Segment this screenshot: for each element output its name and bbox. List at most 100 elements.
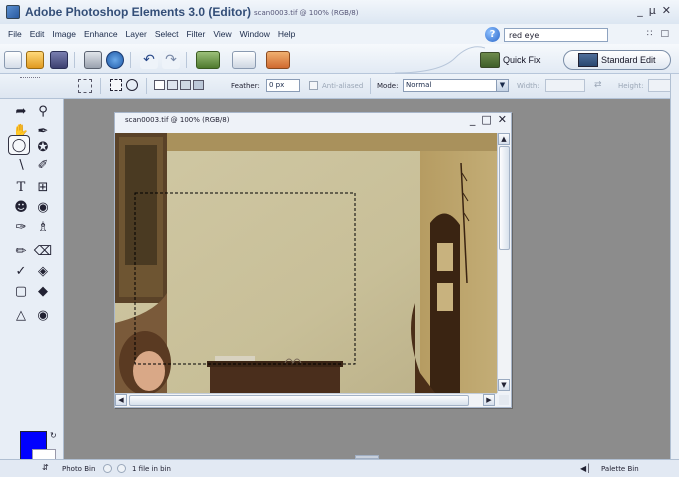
document-window: scan0003.tif @ 100% (RGB/8) _ □ ✕ ▲ ▼ ◀ … xyxy=(114,112,512,408)
menu-image[interactable]: Image xyxy=(48,29,80,39)
scroll-down-icon[interactable]: ▼ xyxy=(498,379,510,391)
print-icon[interactable] xyxy=(84,51,102,69)
palette-bin-collapsed[interactable] xyxy=(670,74,679,459)
custom-shape-tool-icon[interactable]: ◆ xyxy=(32,281,54,301)
eraser-tool-icon[interactable]: ⌫ xyxy=(32,241,54,261)
zoom-tool-icon[interactable]: ⚲ xyxy=(32,101,54,121)
expand-bin-icon[interactable]: ⇵ xyxy=(42,463,49,472)
quick-fix-icon xyxy=(480,52,500,68)
rect-marquee-icon[interactable] xyxy=(110,79,122,91)
create-icon[interactable] xyxy=(266,51,290,69)
red-eye-tool-icon[interactable]: ◉ xyxy=(32,197,54,217)
scroll-left-icon[interactable]: ◀ xyxy=(115,394,127,406)
toolbar-divider xyxy=(74,52,75,68)
add-selection-icon[interactable] xyxy=(167,80,178,90)
photo-browser-icon[interactable] xyxy=(196,51,220,69)
image-canvas[interactable] xyxy=(115,133,497,393)
title-bar: Adobe Photoshop Elements 3.0 (Editor) sc… xyxy=(0,0,679,24)
date-view-icon[interactable] xyxy=(232,51,256,69)
scroll-right-icon[interactable]: ▶ xyxy=(483,394,495,406)
toolbox: ➦ ⚲ ✋ ✒ ◯ ✪ ∖ ✐ T ⊞ ☻ ◉ ✑ ♗ ✏ ⌫ ✓ ◈ ▢ ◆ … xyxy=(0,77,64,469)
quick-fix-label: Quick Fix xyxy=(503,55,541,65)
collapse-palette-icon[interactable]: ◀│ xyxy=(580,464,591,473)
doc-minimize-icon[interactable]: _ xyxy=(470,113,476,126)
magic-wand-tool-icon[interactable]: ∖ xyxy=(10,155,32,175)
gradient-tool-icon[interactable]: ▢ xyxy=(10,281,32,301)
shortcuts-curve-decoration xyxy=(395,46,485,74)
palette-grid-icon[interactable]: ∷ xyxy=(647,29,653,39)
scroll-up-icon[interactable]: ▲ xyxy=(498,133,510,145)
toolbar-divider xyxy=(130,52,131,68)
minimize-icon[interactable]: _ xyxy=(637,4,643,17)
palette-bin-label[interactable]: Palette Bin xyxy=(601,465,639,473)
lasso-tool-icon[interactable]: ✪ xyxy=(32,137,54,157)
files-in-bin-label: 1 file in bin xyxy=(132,465,171,473)
standard-edit-button[interactable]: Standard Edit xyxy=(563,50,671,70)
help-icon[interactable]: ? xyxy=(485,27,500,42)
type-tool-icon[interactable]: T xyxy=(10,177,32,197)
doc-maximize-icon[interactable]: □ xyxy=(481,113,491,126)
app-title: Adobe Photoshop Elements 3.0 (Editor) xyxy=(25,5,252,19)
width-input[interactable] xyxy=(545,79,585,92)
sponge-tool-icon[interactable]: ◉ xyxy=(32,305,54,325)
antialias-checkbox[interactable] xyxy=(309,81,318,90)
selection-brush-tool-icon[interactable]: ✐ xyxy=(32,155,54,175)
horizontal-scroll-thumb[interactable] xyxy=(129,395,469,406)
feather-input[interactable]: 0 px xyxy=(266,79,300,92)
menu-right-controls: ∷ □ xyxy=(647,29,669,39)
document-window-controls: _ □ ✕ xyxy=(470,113,507,126)
open-folder-icon[interactable] xyxy=(26,51,44,69)
vertical-scrollbar[interactable]: ▲ ▼ xyxy=(497,133,511,393)
menu-filter[interactable]: Filter xyxy=(182,29,209,39)
close-icon[interactable]: ✕ xyxy=(662,4,671,17)
email-share-icon[interactable] xyxy=(106,51,124,69)
undo-icon[interactable]: ↶ xyxy=(140,51,158,69)
swap-dimensions-icon[interactable]: ⇄ xyxy=(594,80,602,90)
chevron-down-icon[interactable]: ▼ xyxy=(496,80,508,91)
new-selection-icon[interactable] xyxy=(154,80,165,90)
clone-stamp-tool-icon[interactable]: ♗ xyxy=(32,217,54,237)
menu-window[interactable]: Window xyxy=(236,29,274,39)
mode-select[interactable]: Normal ▼ xyxy=(403,79,509,92)
paint-bucket-tool-icon[interactable]: ◈ xyxy=(32,261,54,281)
menu-layer[interactable]: Layer xyxy=(122,29,151,39)
toolbox-grip xyxy=(20,77,40,81)
photo-bin-label[interactable]: Photo Bin xyxy=(62,465,95,473)
move-tool-icon[interactable]: ➦ xyxy=(10,101,32,121)
antialias-label: Anti-aliased xyxy=(322,82,364,90)
menu-help[interactable]: Help xyxy=(274,29,299,39)
brush-tool-icon[interactable]: ✓ xyxy=(10,261,32,281)
menu-select[interactable]: Select xyxy=(151,29,183,39)
restore-icon[interactable]: µ xyxy=(649,4,656,17)
menu-file[interactable]: File xyxy=(4,29,26,39)
options-divider xyxy=(146,78,147,94)
save-icon[interactable] xyxy=(50,51,68,69)
healing-brush-tool-icon[interactable]: ✑ xyxy=(10,217,32,237)
menu-view[interactable]: View xyxy=(209,29,235,39)
marquee-tool-icon[interactable]: ◯ xyxy=(8,135,30,155)
crop-tool-icon[interactable]: ⊞ xyxy=(32,177,54,197)
elliptical-marquee-icon[interactable] xyxy=(126,79,138,91)
subtract-selection-icon[interactable] xyxy=(180,80,191,90)
horizontal-scrollbar[interactable]: ◀ ▶ xyxy=(115,393,497,407)
next-photo-icon[interactable] xyxy=(117,464,126,473)
pencil-tool-icon[interactable]: ✏ xyxy=(10,241,32,261)
previous-photo-icon[interactable] xyxy=(103,464,112,473)
swap-colors-icon[interactable]: ↻ xyxy=(50,431,57,440)
doc-close-icon[interactable]: ✕ xyxy=(498,113,507,126)
scanned-photo xyxy=(115,133,497,393)
redo-icon[interactable]: ↷ xyxy=(162,51,180,69)
menu-edit[interactable]: Edit xyxy=(26,29,49,39)
vertical-scroll-thumb[interactable] xyxy=(499,146,510,250)
app-subtitle: scan0003.tif @ 100% (RGB/8) xyxy=(254,9,359,17)
cookie-cutter-tool-icon[interactable]: ☻ xyxy=(10,197,32,217)
new-file-icon[interactable] xyxy=(4,51,22,69)
marquee-preset-icon[interactable] xyxy=(78,79,92,93)
maximize-doc-icon[interactable]: □ xyxy=(660,29,669,39)
help-search-input[interactable] xyxy=(504,28,608,42)
resize-grip[interactable] xyxy=(499,395,509,405)
blur-tool-icon[interactable]: △ xyxy=(10,305,32,325)
menu-enhance[interactable]: Enhance xyxy=(80,29,122,39)
quick-fix-button[interactable]: Quick Fix xyxy=(480,50,541,70)
intersect-selection-icon[interactable] xyxy=(193,80,204,90)
